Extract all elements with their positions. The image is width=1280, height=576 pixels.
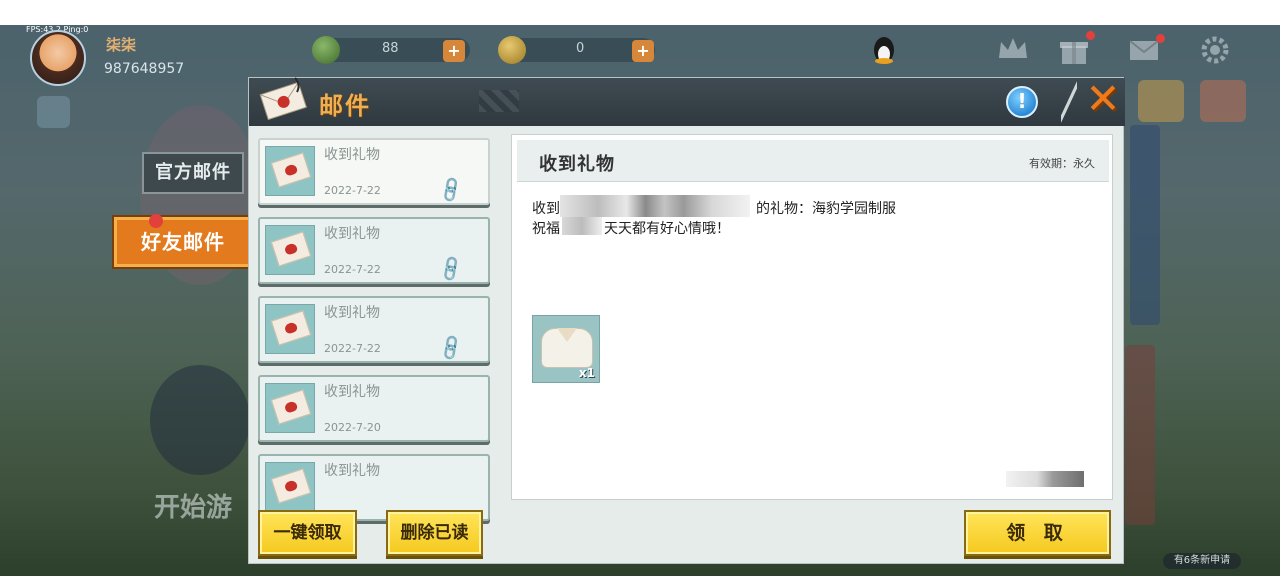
- qq-penguin-icon[interactable]: [866, 32, 902, 68]
- mail-body-line1-prefix: 收到: [532, 201, 560, 217]
- gem-icon: [312, 36, 340, 64]
- tab-friend-mail-label: 好友邮件: [141, 230, 225, 254]
- tab-friend-mail[interactable]: 好友邮件: [114, 214, 252, 267]
- attachment-uniform-item[interactable]: x1: [532, 315, 600, 383]
- delete-read-button[interactable]: 删除已读: [386, 510, 483, 556]
- mail-list-item[interactable]: 收到礼物 2022-7-20: [258, 375, 490, 442]
- info-button[interactable]: !: [1006, 86, 1038, 118]
- coin-count: 0: [576, 41, 585, 56]
- redacted-blessing: [562, 217, 602, 235]
- mail-validity: 有效期：永久: [1029, 157, 1095, 170]
- friend-mail-notification-dot: [149, 214, 163, 228]
- settings-gear-icon[interactable]: [1197, 32, 1233, 68]
- mail-header: 邮件 ! ✕: [249, 77, 1125, 126]
- mail-envelope-icon: [265, 304, 315, 354]
- mail-envelope-icon: [265, 462, 315, 512]
- mail-envelope-icon: [265, 146, 315, 196]
- attachment-link-icon: 🔗: [436, 333, 467, 364]
- mail-window: 邮件 ! ✕ 收到礼物 2022-7-22 🔗 收到礼物 2022-7-22 🔗…: [248, 77, 1125, 564]
- header-divider: [1061, 78, 1077, 126]
- mail-detail-title: 收到礼物: [539, 154, 615, 175]
- mail-detail-panel: 收到礼物 有效期：永久 收到 的礼物：海豹学园制服 祝福 天天都有好心情哦！ x…: [511, 134, 1113, 500]
- mail-subject: 收到礼物: [324, 463, 380, 479]
- tab-official-mail[interactable]: 官方邮件: [142, 152, 244, 194]
- mail-envelope-icon: [265, 383, 315, 433]
- start-game-text: 开始游: [154, 493, 233, 523]
- player-avatar[interactable]: [30, 30, 86, 86]
- add-coins-button[interactable]: +: [632, 40, 654, 62]
- attachment-quantity: x1: [578, 366, 595, 380]
- friend-request-badge[interactable]: 有6条新申请: [1163, 553, 1241, 569]
- mail-date: 2022-7-22: [324, 342, 381, 355]
- mail-detail-header: 收到礼物 有效期：永久: [517, 140, 1109, 182]
- mail-list-item[interactable]: 收到礼物 2022-7-22 🔗: [258, 138, 490, 206]
- player-id: 987648957: [104, 61, 185, 77]
- claim-button[interactable]: 领 取: [964, 510, 1111, 556]
- mail-subject: 收到礼物: [324, 226, 380, 242]
- mail-body-line1-suffix: 的礼物：海豹学园制服: [756, 201, 896, 217]
- claim-all-button[interactable]: 一键领取: [258, 510, 357, 556]
- gem-count: 88: [382, 41, 399, 56]
- mail-date: 2022-7-20: [324, 421, 381, 434]
- mail-body-line2-prefix: 祝福: [532, 221, 560, 237]
- mail-list[interactable]: 收到礼物 2022-7-22 🔗 收到礼物 2022-7-22 🔗 收到礼物 2…: [256, 136, 494, 558]
- close-button[interactable]: ✕: [1081, 78, 1125, 122]
- mail-list-item[interactable]: 收到礼物 2022-7-22 🔗: [258, 217, 490, 285]
- coin-icon: [498, 36, 526, 64]
- mail-date: 2022-7-22: [324, 184, 381, 197]
- party-icon[interactable]: [1200, 80, 1246, 122]
- mail-window-title: 邮件: [319, 92, 371, 120]
- attachment-link-icon: 🔗: [436, 175, 467, 206]
- mail-notification-dot: [1156, 34, 1165, 43]
- envelope-title-icon: [255, 74, 311, 122]
- event-icon[interactable]: [1138, 80, 1184, 122]
- crown-icon[interactable]: [995, 32, 1031, 68]
- redacted-sender: [560, 195, 750, 217]
- mail-list-item[interactable]: 收到礼物 2022-7-22 🔗: [258, 296, 490, 364]
- redacted-signature: [1006, 471, 1084, 487]
- mail-envelope-icon: [265, 225, 315, 275]
- attachment-link-icon: 🔗: [436, 254, 467, 285]
- mail-date: 2022-7-22: [324, 263, 381, 276]
- gift-notification-dot: [1086, 31, 1095, 40]
- mail-body-line2-suffix: 天天都有好心情哦！: [604, 221, 730, 237]
- announcement-icon[interactable]: [37, 96, 70, 128]
- player-name: 柒柒: [106, 36, 137, 54]
- mail-subject: 收到礼物: [324, 305, 380, 321]
- mail-subject: 收到礼物: [324, 384, 380, 400]
- mail-subject: 收到礼物: [324, 147, 380, 163]
- add-gems-button[interactable]: +: [443, 40, 465, 62]
- header-stripes: [479, 90, 519, 112]
